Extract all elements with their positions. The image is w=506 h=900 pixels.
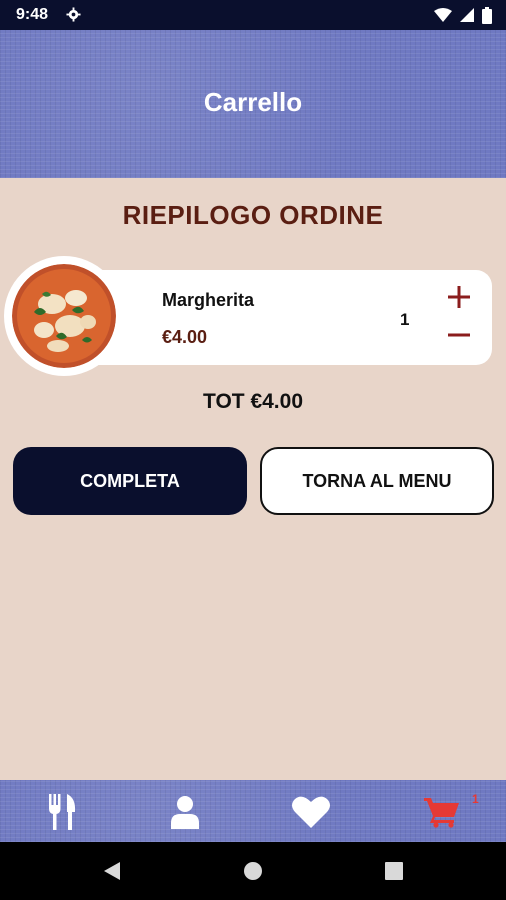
recents-icon[interactable] <box>382 859 406 883</box>
shopping-cart-icon <box>424 798 459 828</box>
order-summary-title: RIEPILOGO ORDINE <box>122 200 384 230</box>
status-bar: 9:48 <box>0 0 506 30</box>
app-header: Carrello <box>0 30 506 178</box>
item-quantity: 1 <box>400 310 410 329</box>
heart-icon <box>292 796 330 828</box>
home-icon[interactable] <box>241 859 265 883</box>
system-navigation-bar <box>0 842 506 900</box>
status-icons <box>434 6 492 24</box>
wifi-icon <box>434 8 452 22</box>
nav-menu[interactable] <box>40 790 84 834</box>
item-name: Margherita <box>162 290 255 310</box>
page-title: Carrello <box>203 86 303 117</box>
back-icon[interactable] <box>100 859 124 883</box>
pizza-image <box>12 264 116 368</box>
item-image-frame <box>4 256 124 376</box>
complete-order-button[interactable]: COMPLETA <box>13 447 247 515</box>
status-time: 9:48 <box>16 6 49 23</box>
settings-icon <box>66 7 81 22</box>
fork-knife-icon <box>49 794 76 830</box>
cart-badge: 1 <box>472 792 479 806</box>
nav-favorites[interactable] <box>289 790 333 834</box>
nav-cart[interactable] <box>420 790 464 834</box>
increase-quantity-button[interactable] <box>446 284 472 310</box>
back-to-menu-button[interactable]: TORNA AL MENU <box>260 447 494 515</box>
decrease-quantity-button[interactable] <box>446 322 472 348</box>
bottom-navigation: 1 <box>0 780 506 842</box>
user-icon <box>171 796 199 829</box>
order-total: TOT €4.00 <box>203 390 303 413</box>
item-price: €4.00 <box>162 327 208 347</box>
signal-icon <box>460 8 474 22</box>
battery-icon <box>482 6 492 24</box>
cart-content: RIEPILOGO ORDINE Margherita €4.00 1 TOT … <box>0 178 506 780</box>
nav-profile[interactable] <box>163 790 207 834</box>
